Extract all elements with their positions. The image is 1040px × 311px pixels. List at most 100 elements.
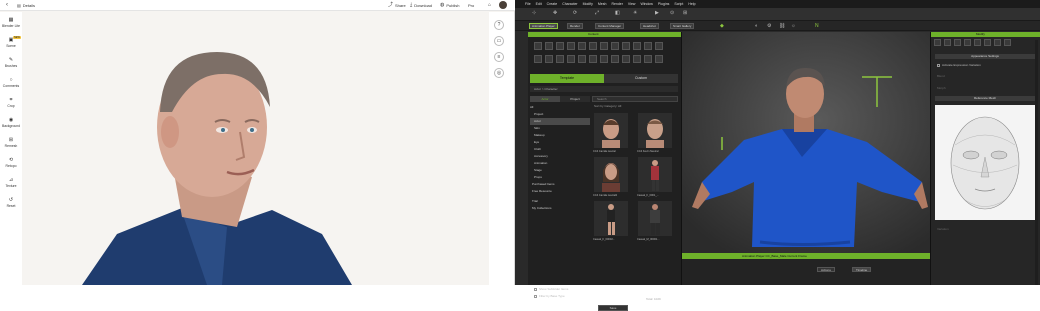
details-button[interactable]: ▤ Details bbox=[17, 3, 35, 8]
tab-animation-player[interactable]: Animation Player bbox=[529, 23, 558, 29]
appearance-section[interactable]: Appearance Settings bbox=[935, 54, 1035, 59]
category-icon[interactable] bbox=[578, 42, 586, 50]
move-icon[interactable]: ✥ bbox=[553, 10, 557, 16]
render-preview-icon[interactable]: ▶ bbox=[655, 10, 659, 16]
thumbnail[interactable] bbox=[638, 157, 672, 192]
light-icon[interactable]: ☀ bbox=[633, 10, 637, 16]
headshot-logo-icon[interactable]: ◆ bbox=[720, 23, 724, 29]
tool-icon[interactable] bbox=[984, 39, 991, 46]
tab-actor[interactable]: Actor bbox=[530, 96, 560, 102]
sidebar-item-brushes[interactable]: ✎ Brushes bbox=[0, 58, 22, 69]
category-icon[interactable] bbox=[545, 42, 553, 50]
thumbnail[interactable] bbox=[594, 157, 628, 192]
chat-icon[interactable]: ▭ bbox=[494, 36, 504, 46]
sidebar-item-remesh[interactable]: ⊞ Remesh bbox=[0, 138, 22, 149]
scale-icon[interactable]: ⤢ bbox=[595, 10, 599, 16]
sidebar-item-blender-lite[interactable]: ▦ Blender Lite bbox=[0, 18, 22, 29]
sidebar-item-texture[interactable]: ⊿ Texture bbox=[0, 178, 22, 189]
tree-item[interactable]: Stage bbox=[530, 167, 590, 174]
category-icon[interactable] bbox=[578, 55, 586, 63]
save-button[interactable]: Save bbox=[598, 305, 628, 311]
sidebar-item-background[interactable]: ◉ Background bbox=[0, 118, 22, 129]
category-icon[interactable] bbox=[600, 55, 608, 63]
target-icon[interactable]: ◎ bbox=[494, 68, 504, 78]
select-icon[interactable]: ⊹ bbox=[532, 10, 536, 16]
menu-create[interactable]: Create bbox=[547, 2, 558, 6]
modify-scrollbar[interactable] bbox=[1035, 40, 1038, 285]
tree-item[interactable]: Project bbox=[530, 111, 590, 118]
tree-item[interactable]: Free Resource bbox=[530, 188, 590, 195]
category-icon[interactable] bbox=[611, 42, 619, 50]
thumbnail[interactable] bbox=[638, 113, 672, 148]
link-icon[interactable]: ⛓ bbox=[779, 23, 785, 29]
category-icon[interactable] bbox=[633, 55, 641, 63]
share-button[interactable]: ⤴ Share bbox=[388, 3, 406, 9]
category-icon[interactable] bbox=[567, 42, 575, 50]
3d-viewport[interactable] bbox=[682, 32, 930, 253]
tree-item[interactable]: Makeup bbox=[530, 132, 590, 139]
category-icon[interactable] bbox=[589, 55, 597, 63]
tab-content-manager[interactable]: Content Manager bbox=[595, 23, 625, 29]
rotate-icon[interactable]: ⟳ bbox=[573, 10, 577, 16]
camera-icon[interactable]: ◧ bbox=[615, 10, 620, 16]
search-input[interactable]: Search bbox=[592, 96, 678, 102]
tool-icon[interactable] bbox=[954, 39, 961, 46]
menu-modify[interactable]: Modify bbox=[583, 2, 593, 6]
menu-edit[interactable]: Edit bbox=[536, 2, 542, 6]
category-icon[interactable] bbox=[622, 42, 630, 50]
category-icon[interactable] bbox=[655, 55, 663, 63]
settings-icon[interactable]: ≡ bbox=[494, 52, 504, 62]
menu-file[interactable]: File bbox=[525, 2, 531, 6]
category-icon[interactable] bbox=[534, 55, 542, 63]
category-icon[interactable] bbox=[556, 42, 564, 50]
sidebar-item-comments[interactable]: ○ Comments bbox=[0, 78, 22, 89]
menu-view[interactable]: View bbox=[628, 2, 636, 6]
menu-character[interactable]: Character bbox=[562, 2, 577, 6]
tool-icon[interactable] bbox=[1004, 39, 1011, 46]
tab-headshot[interactable]: Headshot bbox=[640, 23, 659, 29]
tab-project[interactable]: Project bbox=[560, 96, 590, 102]
help-icon[interactable]: ? bbox=[494, 20, 504, 30]
tree-item[interactable]: Trial bbox=[530, 198, 590, 205]
menu-mesh[interactable]: Mesh bbox=[598, 2, 607, 6]
category-icon[interactable] bbox=[622, 55, 630, 63]
filter-base-type-checkbox[interactable]: Filter by Base Type bbox=[534, 294, 565, 298]
menu-help[interactable]: Help bbox=[688, 2, 695, 6]
view-icon[interactable]: ◐ bbox=[755, 23, 758, 29]
timeline-button[interactable]: Timeline bbox=[852, 267, 872, 272]
tab-custom[interactable]: Custom bbox=[604, 74, 678, 83]
tree-item[interactable]: All bbox=[530, 104, 590, 111]
photo-canvas[interactable] bbox=[22, 12, 490, 285]
bell-icon[interactable]: ⌂ bbox=[488, 2, 491, 8]
publish-button[interactable]: ◍ Publish bbox=[440, 3, 460, 9]
sidebar-item-reset[interactable]: ↺ Reset bbox=[0, 198, 22, 209]
tab-render[interactable]: Render bbox=[567, 23, 583, 29]
pin-icon[interactable]: ⊙ bbox=[670, 10, 674, 16]
reference-mesh-preview[interactable] bbox=[935, 105, 1035, 220]
tab-template[interactable]: Template bbox=[530, 74, 604, 83]
sun-icon[interactable]: ☼ bbox=[791, 23, 796, 29]
tool-icon[interactable] bbox=[964, 39, 971, 46]
tool-icon[interactable] bbox=[934, 39, 941, 46]
category-icon[interactable] bbox=[655, 42, 663, 50]
tab-smart-gallery[interactable]: Smart Gallery bbox=[670, 23, 695, 29]
reference-mesh-section[interactable]: Reference Mesh bbox=[935, 96, 1035, 101]
tree-item[interactable]: Props bbox=[530, 174, 590, 181]
category-icon[interactable] bbox=[644, 55, 652, 63]
menu-plugins[interactable]: Plugins bbox=[658, 2, 669, 6]
breadcrumb[interactable]: Actor > Character bbox=[530, 86, 678, 92]
category-icon[interactable] bbox=[556, 55, 564, 63]
gear-icon[interactable]: ⚙ bbox=[767, 23, 771, 29]
pro-button[interactable]: Pro bbox=[468, 3, 474, 8]
menu-render[interactable]: Render bbox=[611, 2, 622, 6]
expression-variation-checkbox[interactable]: Activate Expression Variation bbox=[937, 63, 981, 67]
show-subfolder-checkbox[interactable]: Show Subfolder Items bbox=[534, 287, 568, 291]
tree-item[interactable]: Skin bbox=[530, 125, 590, 132]
tree-item[interactable]: My Collections bbox=[530, 205, 590, 212]
menu-script[interactable]: Script bbox=[674, 2, 683, 6]
sidebar-item-crop[interactable]: ⌗ Crop bbox=[0, 98, 22, 109]
category-icon[interactable] bbox=[534, 42, 542, 50]
tree-item[interactable]: Accessory bbox=[530, 153, 590, 160]
category-icon[interactable] bbox=[600, 42, 608, 50]
chevron-left-icon[interactable]: ‹ bbox=[6, 2, 8, 8]
